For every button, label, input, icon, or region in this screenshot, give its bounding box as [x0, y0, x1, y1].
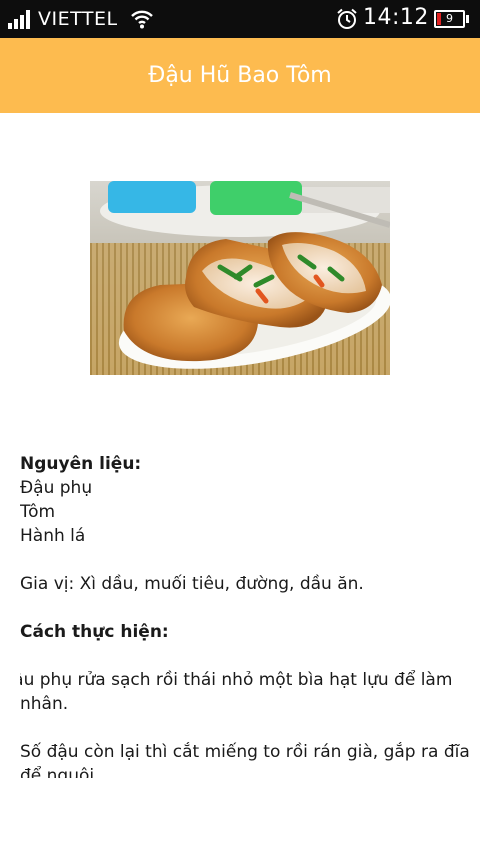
- status-time: 14:12: [363, 5, 429, 30]
- alarm-clock-icon: [337, 8, 357, 29]
- recipe-step-text: Số đậu còn lại thì cắt miếng to rồi rán …: [20, 742, 470, 778]
- recipe-step: Số đậu còn lại thì cắt miếng to rồi rán …: [20, 740, 472, 778]
- status-bar: VIETTEL 14:12 9: [0, 0, 480, 38]
- title-bar: Đậu Hũ Bao Tôm: [0, 38, 480, 113]
- blue-cup: [108, 181, 196, 213]
- green-cup: [210, 181, 302, 215]
- seasoning-text: Gia vị: Xì dầu, muối tiêu, đường, dầu ăn…: [20, 574, 364, 594]
- battery-tip: [466, 15, 469, 23]
- page-title: Đậu Hũ Bao Tôm: [148, 63, 332, 88]
- battery-icon: 9: [434, 10, 465, 28]
- ingredient-item: Đậu phụ: [20, 478, 93, 498]
- ingredient-item: Tôm: [20, 502, 56, 522]
- carrier-name: VIETTEL: [38, 8, 118, 30]
- ingredients-heading: Nguyên liệu:: [20, 454, 142, 474]
- recipe-content: Nguyên liệu: Đậu phụ Tôm Hành lá Gia vị:…: [20, 452, 472, 778]
- ingredient-item: Hành lá: [20, 526, 86, 546]
- battery-percent: 9: [446, 12, 453, 25]
- method-heading: Cách thực hiện:: [20, 622, 169, 642]
- wifi-icon: [131, 10, 153, 29]
- recipe-step-text: Đậu phụ rửa sạch rồi thái nhỏ một bìa hạ…: [20, 670, 453, 714]
- signal-icon: [8, 10, 32, 29]
- food-photo: [90, 181, 390, 375]
- recipe-step: Đậu phụ rửa sạch rồi thái nhỏ một bìa hạ…: [20, 668, 472, 716]
